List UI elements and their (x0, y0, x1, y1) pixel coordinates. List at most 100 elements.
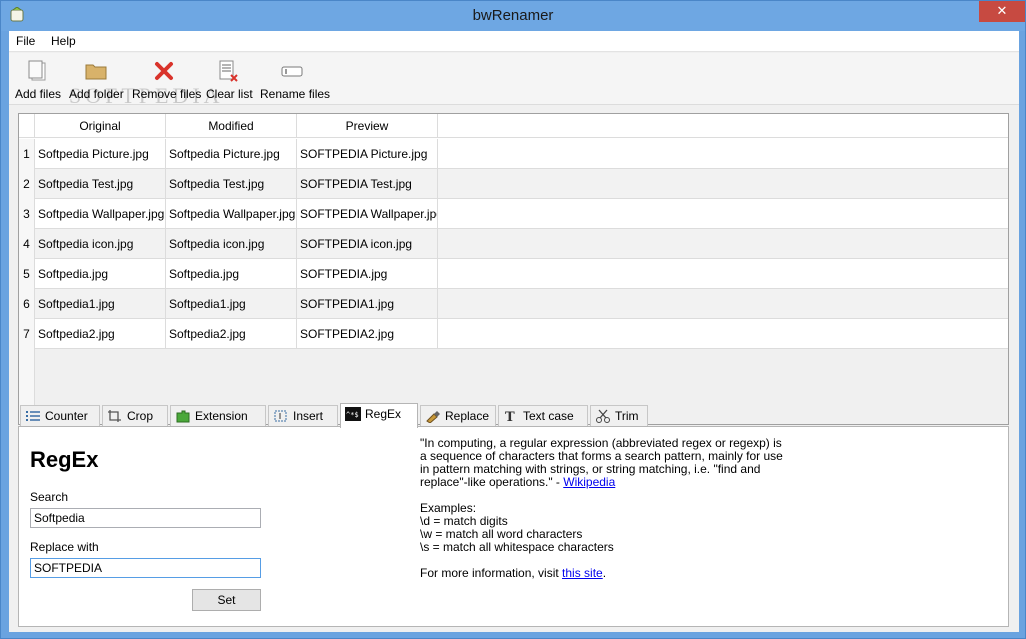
table-row[interactable]: 3 Softpedia Wallpaper.jpg Softpedia Wall… (19, 199, 1008, 229)
tab-trim[interactable]: Trim (590, 405, 648, 427)
replace-label: Replace with (30, 540, 99, 554)
column-header-preview[interactable]: Preview (297, 114, 438, 138)
cell-preview: SOFTPEDIA Test.jpg (297, 169, 438, 199)
cell-modified: Softpedia Wallpaper.jpg (166, 199, 297, 229)
tab-text-case[interactable]: T Text case (498, 405, 588, 427)
cell-modified: Softpedia Picture.jpg (166, 139, 297, 169)
tab-trim-label: Trim (615, 409, 639, 423)
examples-heading: Examples: (420, 501, 477, 515)
add-files-icon (28, 60, 46, 81)
file-grid[interactable]: Original Modified Preview 1 Softpedia Pi… (18, 113, 1009, 425)
cell-modified: Softpedia2.jpg (166, 319, 297, 349)
add-folder-button[interactable]: Add folder (69, 55, 124, 103)
tab-extension-label: Extension (195, 409, 248, 423)
text-case-icon: T (505, 410, 515, 423)
menu-help[interactable]: Help (51, 34, 76, 48)
cell-modified: Softpedia.jpg (166, 259, 297, 289)
cell-original: Softpedia1.jpg (35, 289, 166, 319)
table-row[interactable]: 1 Softpedia Picture.jpg Softpedia Pictur… (19, 139, 1008, 169)
tab-regex[interactable]: ^*$ RegEx (340, 403, 418, 428)
rename-files-label: Rename files (260, 87, 331, 101)
cell-original: Softpedia.jpg (35, 259, 166, 289)
tab-extension[interactable]: Extension (170, 405, 266, 427)
tab-insert[interactable]: Insert (268, 405, 338, 427)
toolbar: SOFTPEDIA Add files Add folder Remove fi (9, 53, 1019, 108)
tab-regex-label: RegEx (365, 407, 402, 421)
svg-text:T: T (505, 410, 515, 423)
more-info: For more information, visit this site. (420, 567, 790, 580)
cell-original: Softpedia Wallpaper.jpg (35, 199, 166, 229)
table-row[interactable]: 7 Softpedia2.jpg Softpedia2.jpg SOFTPEDI… (19, 319, 1008, 349)
row-number: 1 (19, 139, 35, 169)
example-word: \w = match all word characters (420, 527, 583, 541)
cell-preview: SOFTPEDIA.jpg (297, 259, 438, 289)
tab-insert-label: Insert (293, 409, 324, 423)
cell-original: Softpedia Test.jpg (35, 169, 166, 199)
rename-files-button[interactable]: Rename files (260, 55, 331, 103)
menu-bar: File Help (9, 31, 1019, 52)
crop-icon (108, 410, 121, 422)
row-number-header (19, 114, 35, 138)
examples-block: Examples: \d = match digits \w = match a… (420, 502, 790, 554)
column-header-modified[interactable]: Modified (166, 114, 297, 138)
remove-files-icon (155, 62, 173, 80)
regex-icon: ^*$ (345, 407, 361, 421)
cell-preview: SOFTPEDIA icon.jpg (297, 229, 438, 259)
rename-files-icon (281, 66, 303, 77)
table-row[interactable]: 4 Softpedia icon.jpg Softpedia icon.jpg … (19, 229, 1008, 259)
cell-modified: Softpedia1.jpg (166, 289, 297, 319)
regex-description: "In computing, a regular expression (abb… (420, 437, 790, 593)
table-row[interactable]: 2 Softpedia Test.jpg Softpedia Test.jpg … (19, 169, 1008, 199)
row-number: 6 (19, 289, 35, 319)
close-button[interactable]: ✕ (979, 1, 1025, 22)
clear-list-button[interactable]: Clear list (206, 55, 253, 103)
client-area: File Help SOFTPEDIA Add files Add folder (9, 31, 1019, 632)
cell-preview: SOFTPEDIA1.jpg (297, 289, 438, 319)
row-number: 2 (19, 169, 35, 199)
panel-title: RegEx (30, 447, 99, 472)
tab-replace-label: Replace (445, 409, 490, 423)
svg-text:^*$: ^*$ (346, 411, 359, 419)
set-button[interactable]: Set (192, 589, 261, 611)
add-files-button[interactable]: Add files (15, 55, 61, 103)
this-site-link[interactable]: this site (562, 566, 603, 580)
cell-preview: SOFTPEDIA Wallpaper.jpg (297, 199, 438, 229)
table-row[interactable]: 6 Softpedia1.jpg Softpedia1.jpg SOFTPEDI… (19, 289, 1008, 319)
tab-counter-label: Counter (45, 409, 88, 423)
row-number: 3 (19, 199, 35, 229)
description-paragraph: "In computing, a regular expression (abb… (420, 437, 790, 489)
add-folder-icon (85, 64, 107, 80)
app-window: bwRenamer ✕ File Help SOFTPEDIA Add file… (0, 0, 1026, 639)
example-whitespace: \s = match all whitespace characters (420, 540, 614, 554)
more-info-suffix: . (602, 566, 607, 580)
row-number: 7 (19, 319, 35, 349)
row-number: 5 (19, 259, 35, 289)
regex-panel: RegEx Search Replace with Set "In comput… (18, 426, 1009, 627)
grid-header: Original Modified Preview (19, 114, 1008, 138)
column-header-original[interactable]: Original (35, 114, 166, 138)
replace-input[interactable] (30, 558, 261, 578)
row-number: 4 (19, 229, 35, 259)
clear-list-label: Clear list (206, 87, 253, 101)
counter-icon (26, 411, 40, 421)
cell-original: Softpedia icon.jpg (35, 229, 166, 259)
tab-counter[interactable]: Counter (20, 405, 100, 427)
cell-original: Softpedia2.jpg (35, 319, 166, 349)
remove-files-button[interactable]: Remove files (132, 55, 202, 103)
example-digits: \d = match digits (420, 514, 508, 528)
cell-preview: SOFTPEDIA2.jpg (297, 319, 438, 349)
tab-replace[interactable]: Replace (420, 405, 496, 427)
title-bar[interactable]: bwRenamer ✕ (1, 1, 1025, 31)
remove-files-label: Remove files (132, 87, 202, 101)
add-folder-label: Add folder (69, 87, 124, 101)
tab-strip: Counter Crop Extension Insert ^*$ RegEx … (18, 403, 1009, 428)
wikipedia-link[interactable]: Wikipedia (563, 475, 615, 489)
menu-file[interactable]: File (16, 34, 35, 48)
trim-icon (596, 409, 610, 423)
cell-original: Softpedia Picture.jpg (35, 139, 166, 169)
search-input[interactable] (30, 508, 261, 528)
insert-icon (274, 410, 287, 422)
extension-icon (176, 410, 190, 423)
table-row[interactable]: 5 Softpedia.jpg Softpedia.jpg SOFTPEDIA.… (19, 259, 1008, 289)
tab-crop[interactable]: Crop (102, 405, 168, 427)
